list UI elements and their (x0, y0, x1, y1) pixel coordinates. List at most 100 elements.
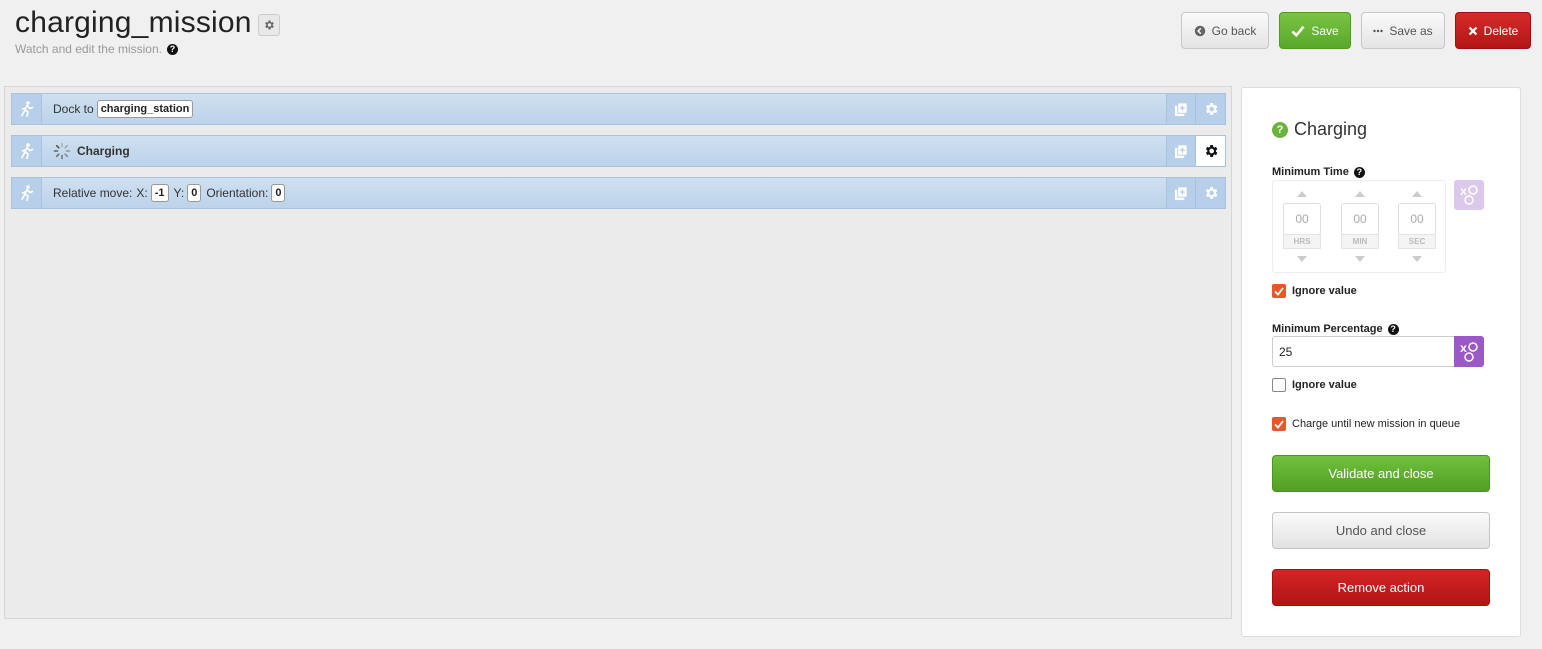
duplicate-icon (1174, 101, 1188, 116)
go-back-button[interactable]: Go back (1181, 12, 1269, 49)
percentage-variable-button[interactable]: X (1454, 336, 1484, 367)
minutes-up-arrow-icon[interactable] (1355, 191, 1365, 197)
config-title: ? Charging (1272, 119, 1367, 140)
ignore-percentage-label: Ignore value (1292, 379, 1357, 391)
action-label: Charging (77, 144, 130, 158)
undo-and-close-button[interactable]: Undo and close (1272, 512, 1490, 549)
page-header: charging_mission Watch and edit the miss… (0, 0, 1542, 80)
subtitle: Watch and edit the mission. ? (15, 42, 178, 56)
action-content: Relative move: X: -1 Y: 0 Orientation: 0 (53, 178, 290, 208)
variable-icon: X (1460, 185, 1478, 205)
ignore-time-label: Ignore value (1292, 285, 1357, 297)
go-back-label: Go back (1211, 23, 1257, 38)
action-settings-button[interactable] (1195, 136, 1225, 166)
save-button[interactable]: Save (1279, 12, 1351, 49)
x-value-tag[interactable]: -1 (150, 184, 169, 202)
y-label: Y: (173, 186, 185, 200)
minutes-input[interactable]: 00 (1341, 203, 1379, 235)
gear-icon (1205, 187, 1217, 199)
duplicate-action-button[interactable] (1166, 94, 1195, 124)
loading-spinner-icon (53, 142, 71, 160)
close-icon (1468, 26, 1478, 36)
action-row-relative-move[interactable]: Relative move: X: -1 Y: 0 Orientation: 0 (11, 177, 1226, 209)
orientation-label: Orientation: (206, 186, 269, 200)
check-icon (1274, 419, 1284, 429)
position-tag[interactable]: charging_station (96, 100, 194, 118)
validate-and-close-button[interactable]: Validate and close (1272, 455, 1490, 492)
gear-icon (1205, 103, 1217, 115)
charge-until-label: Charge until new mission in queue (1292, 418, 1461, 430)
minutes-column: 00 MIN (1341, 181, 1379, 274)
minutes-unit: MIN (1341, 234, 1379, 249)
minimum-percentage-label: Minimum Percentage ? (1272, 323, 1399, 335)
hours-up-arrow-icon[interactable] (1297, 191, 1307, 197)
delete-label: Delete (1483, 23, 1519, 38)
action-label: Relative move: (53, 186, 133, 200)
orientation-value-tag[interactable]: 0 (271, 184, 286, 202)
delete-button[interactable]: Delete (1455, 12, 1531, 49)
hours-down-arrow-icon[interactable] (1297, 256, 1307, 262)
action-settings-button[interactable] (1195, 178, 1225, 208)
save-as-button[interactable]: Save as (1361, 12, 1445, 49)
drag-handle[interactable] (12, 136, 42, 166)
action-row-dock[interactable]: Dock to charging_station (11, 93, 1226, 125)
config-title-text: Charging (1294, 119, 1368, 139)
duplicate-icon (1174, 143, 1188, 158)
subtitle-text: Watch and edit the mission. (15, 42, 162, 56)
seconds-column: 00 SEC (1398, 181, 1436, 274)
minutes-down-arrow-icon[interactable] (1355, 256, 1365, 262)
save-as-label: Save as (1389, 23, 1433, 38)
check-icon (1291, 25, 1305, 37)
minimum-percentage-label-text: Minimum Percentage (1272, 323, 1383, 335)
drag-handle[interactable] (12, 94, 42, 124)
action-label: Dock to (53, 102, 94, 116)
remove-action-button[interactable]: Remove action (1272, 569, 1490, 606)
ellipsis-icon (1373, 29, 1384, 33)
gear-icon (264, 20, 274, 29)
action-content: Charging (53, 136, 130, 166)
walking-person-icon (20, 101, 33, 117)
duplicate-action-button[interactable] (1166, 178, 1195, 208)
action-row-charging[interactable]: Charging (11, 135, 1226, 167)
x-label: X: (136, 186, 148, 200)
hours-column: 00 HRS (1283, 181, 1321, 274)
help-icon[interactable]: ? (1353, 166, 1365, 178)
time-variable-button[interactable]: X (1454, 180, 1484, 210)
ignore-percentage-checkbox[interactable] (1272, 378, 1286, 392)
help-icon[interactable]: ? (1272, 121, 1288, 138)
ignore-time-checkbox-row[interactable]: Ignore value (1272, 284, 1357, 298)
drag-handle[interactable] (12, 178, 42, 208)
walking-person-icon (20, 185, 33, 201)
seconds-up-arrow-icon[interactable] (1412, 191, 1422, 197)
help-icon[interactable]: ? (166, 43, 178, 55)
ignore-percentage-checkbox-row[interactable]: Ignore value (1272, 378, 1357, 392)
help-icon[interactable]: ? (1387, 323, 1399, 335)
action-settings-button[interactable] (1195, 94, 1225, 124)
arrow-left-circle-icon (1194, 25, 1206, 37)
duplicate-action-button[interactable] (1166, 136, 1195, 166)
y-value-tag[interactable]: 0 (187, 184, 202, 202)
walking-person-icon (20, 143, 33, 159)
variable-icon: X (1460, 341, 1478, 362)
page-title: charging_mission (15, 6, 252, 39)
action-config-panel: ? Charging Minimum Time ? 00 HRS 00 MIN … (1241, 87, 1521, 637)
charge-until-checkbox[interactable] (1272, 417, 1286, 431)
hours-input[interactable]: 00 (1283, 203, 1321, 235)
seconds-input[interactable]: 00 (1398, 203, 1436, 235)
action-content: Dock to charging_station (53, 94, 198, 124)
charge-until-checkbox-row[interactable]: Charge until new mission in queue (1272, 417, 1460, 431)
seconds-down-arrow-icon[interactable] (1412, 256, 1422, 262)
minimum-percentage-input[interactable]: 25 (1272, 336, 1456, 367)
save-label: Save (1311, 23, 1339, 38)
ignore-time-checkbox[interactable] (1272, 284, 1286, 298)
title-wrap: charging_mission (15, 6, 280, 40)
mission-editor: Dock to charging_station Charging Relati… (4, 86, 1232, 619)
hours-unit: HRS (1283, 234, 1321, 249)
minimum-time-label: Minimum Time ? (1272, 166, 1365, 178)
title-settings-button[interactable] (257, 13, 280, 36)
time-picker: 00 HRS 00 MIN 00 SEC (1272, 180, 1446, 273)
check-icon (1274, 286, 1284, 296)
gear-icon (1205, 145, 1217, 157)
minimum-time-label-text: Minimum Time (1272, 166, 1349, 178)
duplicate-icon (1174, 185, 1188, 200)
